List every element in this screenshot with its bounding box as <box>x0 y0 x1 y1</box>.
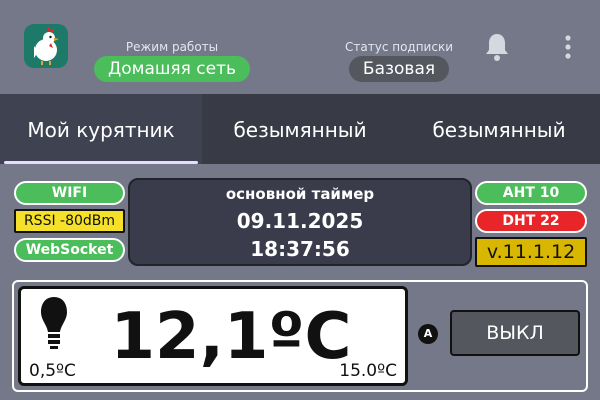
timer-title: основной таймер <box>225 185 375 203</box>
temperature-display[interactable]: 12,1ºC 0,5ºC 15.0ºC <box>18 286 408 386</box>
tab-bar: Мой курятник безымянный безымянный <box>0 94 600 164</box>
tab-unnamed-1[interactable]: безымянный <box>202 94 398 164</box>
sensor-dht22-chip: DHT 22 <box>475 209 587 233</box>
auto-mode-badge: A <box>418 324 438 344</box>
wifi-status-chip: WIFI <box>14 181 125 205</box>
timer-date: 09.11.2025 <box>236 209 364 233</box>
websocket-status-chip: WebSocket <box>14 238 125 262</box>
version-label: v.11.1.12 <box>475 237 587 267</box>
temperature-max: 15.0ºC <box>339 361 397 381</box>
mode-group: Режим работы Домашяя сеть <box>92 40 252 82</box>
subscription-badge[interactable]: Базовая <box>348 56 450 82</box>
mode-badge-pill[interactable]: Домашяя сеть <box>93 56 251 82</box>
tab-my-coop[interactable]: Мой курятник <box>0 94 202 164</box>
off-button[interactable]: ВЫКЛ <box>450 310 580 356</box>
rooster-logo-icon <box>24 24 68 68</box>
tab-unnamed-2[interactable]: безымянный <box>398 94 600 164</box>
mode-caption: Режим работы <box>125 40 219 54</box>
sensor-aht10-chip: AHT 10 <box>475 181 587 205</box>
rssi-chip: RSSI -80dBm <box>14 209 125 233</box>
temperature-min: 0,5ºC <box>29 361 76 381</box>
subscription-group: Статус подписки Базовая <box>340 40 458 82</box>
temperature-panel: 12,1ºC 0,5ºC 15.0ºC A ВЫКЛ <box>12 280 588 392</box>
current-temperature: 12,1ºC <box>110 300 352 374</box>
app-header: Режим работы Домашяя сеть Статус подписк… <box>0 0 600 94</box>
lightbulb-icon <box>39 295 69 351</box>
bell-icon[interactable] <box>484 32 510 62</box>
main-timer-panel[interactable]: основной таймер 09.11.2025 18:37:56 <box>128 178 472 266</box>
kebab-menu-icon[interactable] <box>561 34 575 60</box>
active-tab-indicator <box>4 161 198 164</box>
subscription-caption: Статус подписки <box>345 40 453 54</box>
timer-time: 18:37:56 <box>250 237 350 261</box>
